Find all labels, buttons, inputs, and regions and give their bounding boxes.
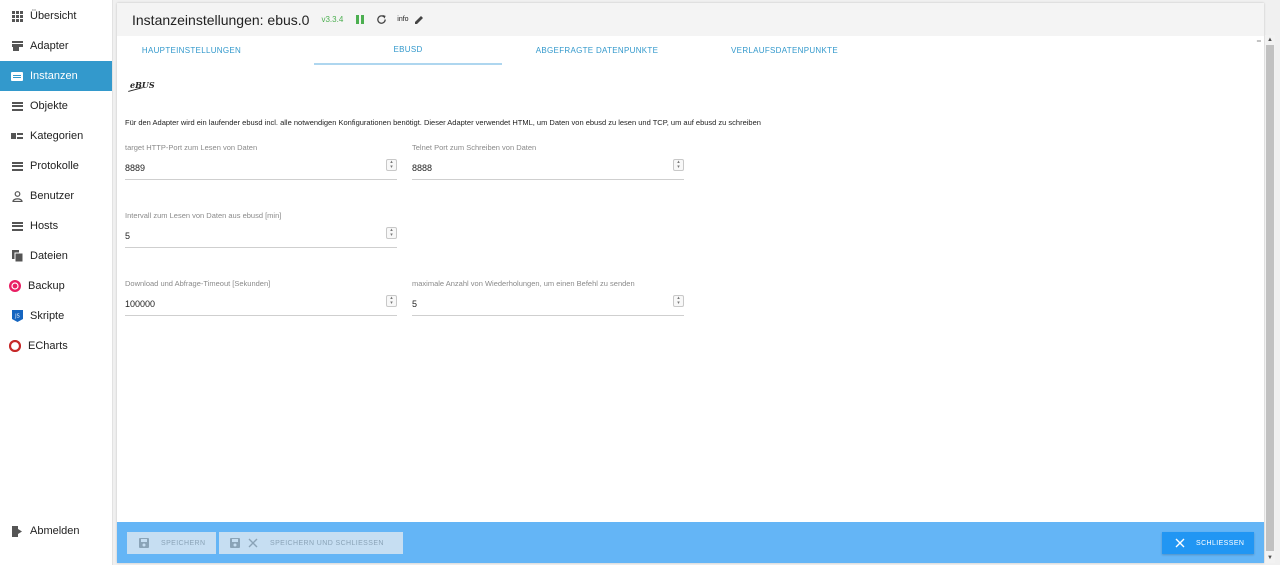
timeout-field: Download und Abfrage-Timeout [Sekunden] …	[125, 279, 397, 316]
save-and-close-button[interactable]: SPEICHERN UND SCHLIESSEN	[219, 532, 403, 554]
instance-settings-dialog: Instanzeinstellungen: ebus.0 v3.3.4 info…	[117, 3, 1264, 563]
scroll-up-arrow-icon[interactable]: ▲	[1265, 35, 1275, 45]
instances-icon	[11, 70, 23, 82]
timeout-label: Download und Abfrage-Timeout [Sekunden]	[125, 279, 271, 288]
close-button[interactable]: SCHLIESSEN	[1162, 532, 1254, 554]
sidebar-item-hosts[interactable]: Hosts	[0, 211, 113, 241]
sidebar-item-dateien[interactable]: Dateien	[0, 241, 113, 271]
scroll-thumb[interactable]	[1266, 45, 1274, 551]
tab-ebusd[interactable]: EBUSD	[314, 36, 502, 65]
files-icon	[11, 250, 23, 262]
reload-icon[interactable]	[376, 14, 387, 25]
retries-label: maximale Anzahl von Wiederholungen, um e…	[412, 279, 635, 288]
sidebar-item-echarts[interactable]: ECharts	[0, 331, 113, 361]
sidebar-item-label: Kategorien	[30, 130, 84, 142]
list-icon	[11, 100, 23, 112]
sidebar-divider	[112, 0, 113, 565]
logout-button[interactable]: Abmelden	[0, 516, 113, 546]
close-icon	[248, 538, 258, 548]
sidebar-item-label: Adapter	[30, 40, 69, 52]
tab-verlaufsdatenpunkte[interactable]: VERLAUFSDATENPUNKTE	[712, 36, 857, 65]
sidebar-item-label: ECharts	[28, 340, 68, 352]
tab-abgefragte-datenpunkte[interactable]: ABGEFRAGTE DATENPUNKTE	[517, 36, 677, 65]
interval-input[interactable]	[125, 231, 380, 241]
sidebar-item-label: Übersicht	[30, 10, 77, 22]
close-label: SCHLIESSEN	[1196, 539, 1245, 547]
sidebar-item-label: Protokolle	[30, 160, 79, 172]
sidebar-item-label: Instanzen	[30, 70, 78, 82]
save-and-close-label: SPEICHERN UND SCHLIESSEN	[270, 539, 384, 547]
pause-icon[interactable]	[356, 15, 365, 24]
save-label: SPEICHERN	[161, 539, 206, 547]
sidebar: Übersicht Adapter Instanzen Objekte Kate…	[0, 0, 113, 565]
sidebar-item-adapter[interactable]: Adapter	[0, 31, 113, 61]
log-icon	[11, 160, 23, 172]
save-icon	[139, 538, 149, 548]
page-title: Instanzeinstellungen: ebus.0	[132, 11, 310, 28]
save-icon	[230, 538, 240, 548]
interval-field: Intervall zum Lesen von Daten aus ebusd …	[125, 211, 397, 248]
retries-stepper[interactable]: ▴ ▾	[673, 295, 684, 307]
sidebar-item-label: Benutzer	[30, 190, 75, 202]
retries-field: maximale Anzahl von Wiederholungen, um e…	[412, 279, 684, 316]
sidebar-item-benutzer[interactable]: Benutzer	[0, 181, 113, 211]
version-badge: v3.3.4	[321, 15, 344, 24]
http-port-label: target HTTP-Port zum Lesen von Daten	[125, 143, 258, 152]
sidebar-item-protokolle[interactable]: Protokolle	[0, 151, 113, 181]
http-port-stepper[interactable]: ▴ ▾	[386, 159, 397, 171]
sidebar-item-backup[interactable]: Backup	[0, 271, 113, 301]
http-port-input[interactable]	[125, 163, 380, 173]
sidebar-item-label: Hosts	[30, 220, 59, 232]
sidebar-item-objekte[interactable]: Objekte	[0, 91, 113, 121]
retries-input[interactable]	[412, 299, 667, 309]
interval-stepper[interactable]: ▴ ▾	[386, 227, 397, 239]
telnet-port-label: Telnet Port zum Schreiben von Daten	[412, 143, 537, 152]
echarts-icon	[9, 340, 21, 352]
sidebar-item-instanzen[interactable]: Instanzen	[0, 61, 113, 91]
sidebar-item-label: Objekte	[30, 100, 68, 112]
telnet-port-input[interactable]	[412, 163, 667, 173]
sidebar-item-kategorien[interactable]: Kategorien	[0, 121, 113, 151]
adapter-description: Für den Adapter wird ein laufender ebusd…	[125, 118, 761, 127]
categories-icon	[11, 130, 23, 142]
sidebar-item-label: Dateien	[30, 250, 68, 262]
logout-icon	[11, 525, 23, 537]
pencil-icon[interactable]	[414, 15, 424, 25]
dialog-footer: SPEICHERN SPEICHERN UND SCHLIESSEN SCHLI…	[117, 522, 1264, 563]
tab-bar: HAUPTEINSTELLUNGEN EBUSD ABGEFRAGTE DATE…	[117, 36, 1264, 66]
sidebar-item-uebersicht[interactable]: Übersicht	[0, 1, 113, 31]
dialog-header: Instanzeinstellungen: ebus.0 v3.3.4 info	[117, 3, 1264, 36]
svg-text:JS: JS	[14, 314, 20, 320]
backup-icon	[9, 280, 21, 292]
sidebar-item-skripte[interactable]: JS Skripte	[0, 301, 113, 331]
hosts-icon	[11, 220, 23, 232]
timeout-stepper[interactable]: ▴ ▾	[386, 295, 397, 307]
scroll-down-arrow-icon[interactable]: ▼	[1265, 553, 1275, 563]
user-icon	[11, 190, 23, 202]
vertical-scrollbar[interactable]: ▲ ▼	[1265, 35, 1275, 563]
close-icon	[1175, 538, 1185, 548]
sidebar-item-label: Skripte	[30, 310, 65, 322]
tab-haupteinstellungen[interactable]: HAUPTEINSTELLUNGEN	[119, 36, 264, 65]
sidebar-item-label: Backup	[28, 280, 65, 292]
grid-icon	[11, 10, 23, 22]
save-button[interactable]: SPEICHERN	[127, 532, 216, 554]
telnet-port-field: Telnet Port zum Schreiben von Daten ▴▾	[412, 143, 684, 180]
scripts-icon: JS	[11, 310, 23, 322]
http-port-field: target HTTP-Port zum Lesen von Daten ▴▾	[125, 143, 397, 180]
telnet-port-stepper[interactable]: ▴ ▾	[673, 159, 684, 171]
timeout-input[interactable]	[125, 299, 380, 309]
info-label[interactable]: info	[397, 16, 408, 23]
interval-label: Intervall zum Lesen von Daten aus ebusd …	[125, 211, 282, 220]
store-icon	[11, 40, 23, 52]
resize-handle-icon: ‗	[1257, 35, 1261, 42]
logout-label: Abmelden	[30, 525, 80, 537]
